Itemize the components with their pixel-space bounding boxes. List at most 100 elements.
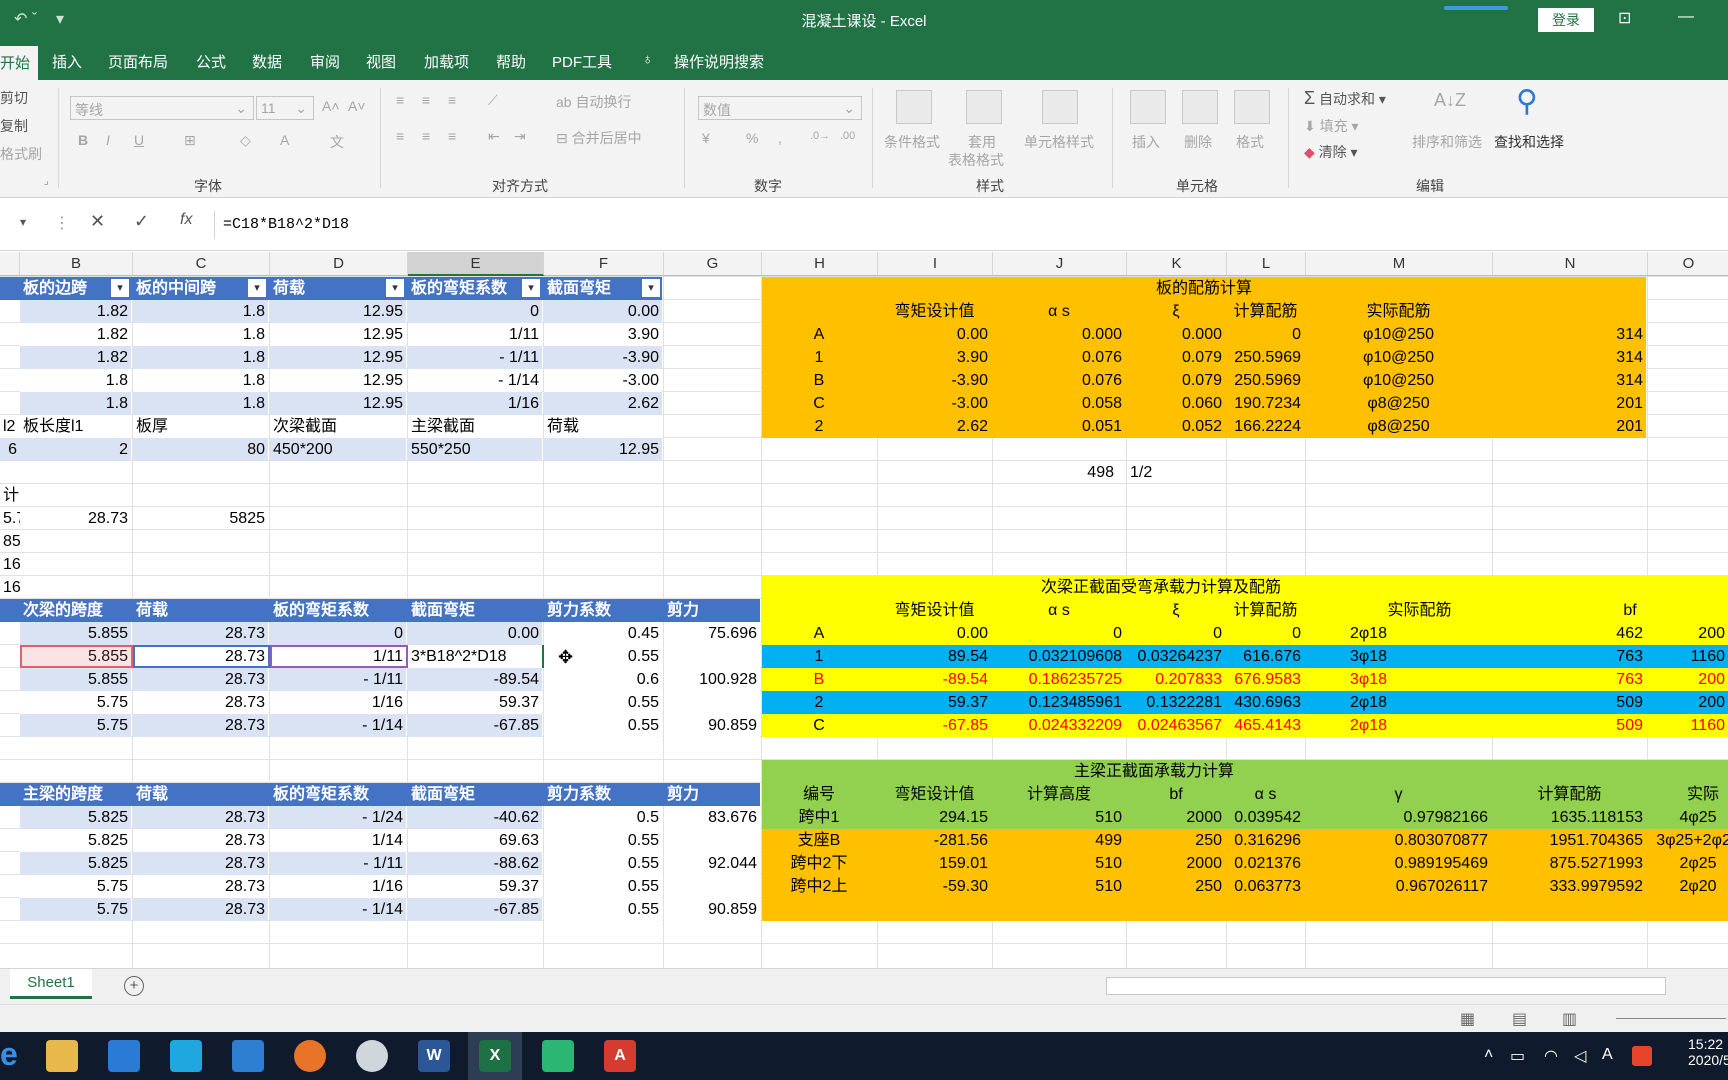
table-cell[interactable]: 0.076 xyxy=(993,369,1125,392)
column-header-I[interactable]: I xyxy=(878,252,993,276)
table-title[interactable]: 板的配筋计算 xyxy=(762,277,1646,300)
table-cell[interactable]: 465.4143 xyxy=(1227,714,1304,737)
value-cell[interactable]: 16 xyxy=(0,576,20,599)
cancel-icon[interactable]: ✕ xyxy=(90,211,105,232)
table-cell[interactable]: 0.123485961 xyxy=(993,691,1125,714)
table-cell[interactable]: 1/14 xyxy=(270,829,406,852)
value-cell[interactable]: 450*200 xyxy=(270,438,406,461)
column-header-O[interactable]: O xyxy=(1648,252,1728,276)
table-cell[interactable]: 28.73 xyxy=(133,622,268,645)
decrease-decimal-icon[interactable]: .00 xyxy=(840,130,855,142)
column-header-M[interactable]: M xyxy=(1306,252,1493,276)
table-header[interactable]: α s xyxy=(1227,783,1304,806)
filter-dropdown-icon[interactable]: ▾ xyxy=(522,279,540,297)
table-cell[interactable]: 2φ20 xyxy=(1648,875,1728,898)
find-select-button[interactable]: 查找和选择 xyxy=(1494,132,1564,152)
search-icon[interactable]: ⚲ xyxy=(1516,84,1538,119)
table-cell[interactable]: 0 xyxy=(993,622,1125,645)
table-cell[interactable]: 5.855 xyxy=(20,622,131,645)
value-cell[interactable]: 550*250 xyxy=(408,438,542,461)
table-cell[interactable]: 跨中2上 xyxy=(762,875,876,898)
table-cell[interactable]: 1 xyxy=(762,645,876,668)
table-cell[interactable]: 2.62 xyxy=(544,392,662,415)
input-method-icon[interactable] xyxy=(1632,1046,1652,1066)
table-cell[interactable]: 0 xyxy=(270,622,406,645)
table-cell[interactable]: -281.56 xyxy=(878,829,991,852)
table-cell[interactable]: 0.03264237 xyxy=(1127,645,1225,668)
table-cell[interactable]: 201 xyxy=(1493,392,1646,415)
table-cell[interactable]: 3.90 xyxy=(544,323,662,346)
insert-function-icon[interactable]: fx xyxy=(180,211,192,229)
column-header-K[interactable]: K xyxy=(1127,252,1227,276)
tab-page-layout[interactable]: 页面布局 xyxy=(108,51,168,72)
column-header-F[interactable]: F xyxy=(544,252,664,276)
table-cell[interactable]: 28.73 xyxy=(133,691,268,714)
table-cell[interactable]: 28.73 xyxy=(133,829,268,852)
copy-button[interactable]: 复制 xyxy=(0,116,28,136)
browser-icon[interactable] xyxy=(294,1040,326,1072)
filter-dropdown-icon[interactable]: ▾ xyxy=(642,279,660,297)
increase-decimal-icon[interactable]: .0→ xyxy=(810,130,830,142)
table-cell[interactable]: 0.6 xyxy=(544,668,662,691)
cell-styles-button[interactable]: 单元格样式 xyxy=(1024,132,1094,152)
table-cell[interactable]: B xyxy=(762,668,876,691)
format-as-table-button[interactable]: 表格格式 xyxy=(948,150,1004,170)
percent-icon[interactable]: % xyxy=(746,130,758,146)
wifi-icon[interactable]: ◠ xyxy=(1544,1046,1558,1066)
table-cell[interactable]: 190.7234 xyxy=(1227,392,1304,415)
table-cell[interactable]: 跨中2下 xyxy=(762,852,876,875)
table-cell[interactable]: 509 xyxy=(1491,714,1646,737)
tab-addins[interactable]: 加载项 xyxy=(424,51,469,72)
table-cell[interactable]: 0 xyxy=(1127,622,1225,645)
italic-icon[interactable]: I xyxy=(106,132,110,148)
label-cell[interactable]: 荷载 xyxy=(544,415,662,438)
table-cell[interactable]: 763 xyxy=(1491,668,1646,691)
table-cell[interactable]: 1.82 xyxy=(20,346,131,369)
table-cell[interactable]: 28.73 xyxy=(133,875,268,898)
table-cell[interactable]: 2φ18 xyxy=(1306,691,1431,714)
tab-data[interactable]: 数据 xyxy=(252,51,282,72)
table-cell[interactable]: A xyxy=(762,622,876,645)
table-cell[interactable]: 430.6963 xyxy=(1227,691,1304,714)
table3-header[interactable]: 荷载 xyxy=(133,783,268,806)
table-cell[interactable]: 763 xyxy=(1491,645,1646,668)
table-cell[interactable]: 0.207833 xyxy=(1127,668,1225,691)
table-cell[interactable]: 0.316296 xyxy=(1227,829,1304,852)
table-cell[interactable]: 1.82 xyxy=(20,300,131,323)
table-cell[interactable]: -88.62 xyxy=(408,852,542,875)
table-cell[interactable]: 5.75 xyxy=(20,714,131,737)
sheet-tab-sheet1[interactable]: Sheet1 xyxy=(10,969,92,999)
format-cells-icon[interactable] xyxy=(1234,90,1270,124)
table-cell[interactable]: 2.62 xyxy=(878,415,991,438)
table-cell[interactable]: -89.54 xyxy=(878,668,991,691)
ribbon-display-icon[interactable]: ⊡ xyxy=(1618,8,1631,28)
table-cell[interactable]: 201 xyxy=(1493,415,1646,438)
table-cell[interactable]: -67.85 xyxy=(408,714,542,737)
table-cell[interactable]: 510 xyxy=(993,852,1125,875)
table-cell[interactable]: - 1/11 xyxy=(270,668,406,691)
table-cell[interactable]: 499 xyxy=(993,829,1125,852)
table-header[interactable]: 编号 xyxy=(762,783,876,806)
table-header[interactable]: 实际配筋 xyxy=(1306,300,1491,323)
table-cell[interactable]: 5.75 xyxy=(20,691,131,714)
table-cell[interactable]: 676.9583 xyxy=(1227,668,1304,691)
table-cell[interactable]: 2 xyxy=(762,415,876,438)
table-cell[interactable]: 1.8 xyxy=(133,346,268,369)
label-cell[interactable]: 计 xyxy=(0,484,20,507)
fill-button[interactable]: ⬇ 填充 ▾ xyxy=(1304,116,1359,136)
table-cell[interactable]: 250.5969 xyxy=(1227,346,1304,369)
table-cell[interactable]: 跨中1 xyxy=(762,806,876,829)
borders-icon[interactable]: ⊞ xyxy=(184,132,196,149)
table-cell[interactable]: -59.30 xyxy=(878,875,991,898)
column-header-E[interactable]: E xyxy=(408,252,544,276)
table-cell[interactable]: 5.825 xyxy=(20,829,131,852)
table-title[interactable]: 主梁正截面承载力计算 xyxy=(762,760,1546,783)
column-header-C[interactable]: C xyxy=(133,252,270,276)
table-cell[interactable]: φ10@250 xyxy=(1306,369,1491,392)
label-cell[interactable]: l2 xyxy=(0,415,20,438)
underline-icon[interactable]: U xyxy=(134,132,144,148)
table-cell[interactable]: 200 xyxy=(1648,691,1728,714)
table-cell[interactable]: -67.85 xyxy=(408,898,542,921)
table-cell[interactable]: 0.55 xyxy=(544,829,662,852)
table-header[interactable]: ξ xyxy=(1127,599,1225,622)
